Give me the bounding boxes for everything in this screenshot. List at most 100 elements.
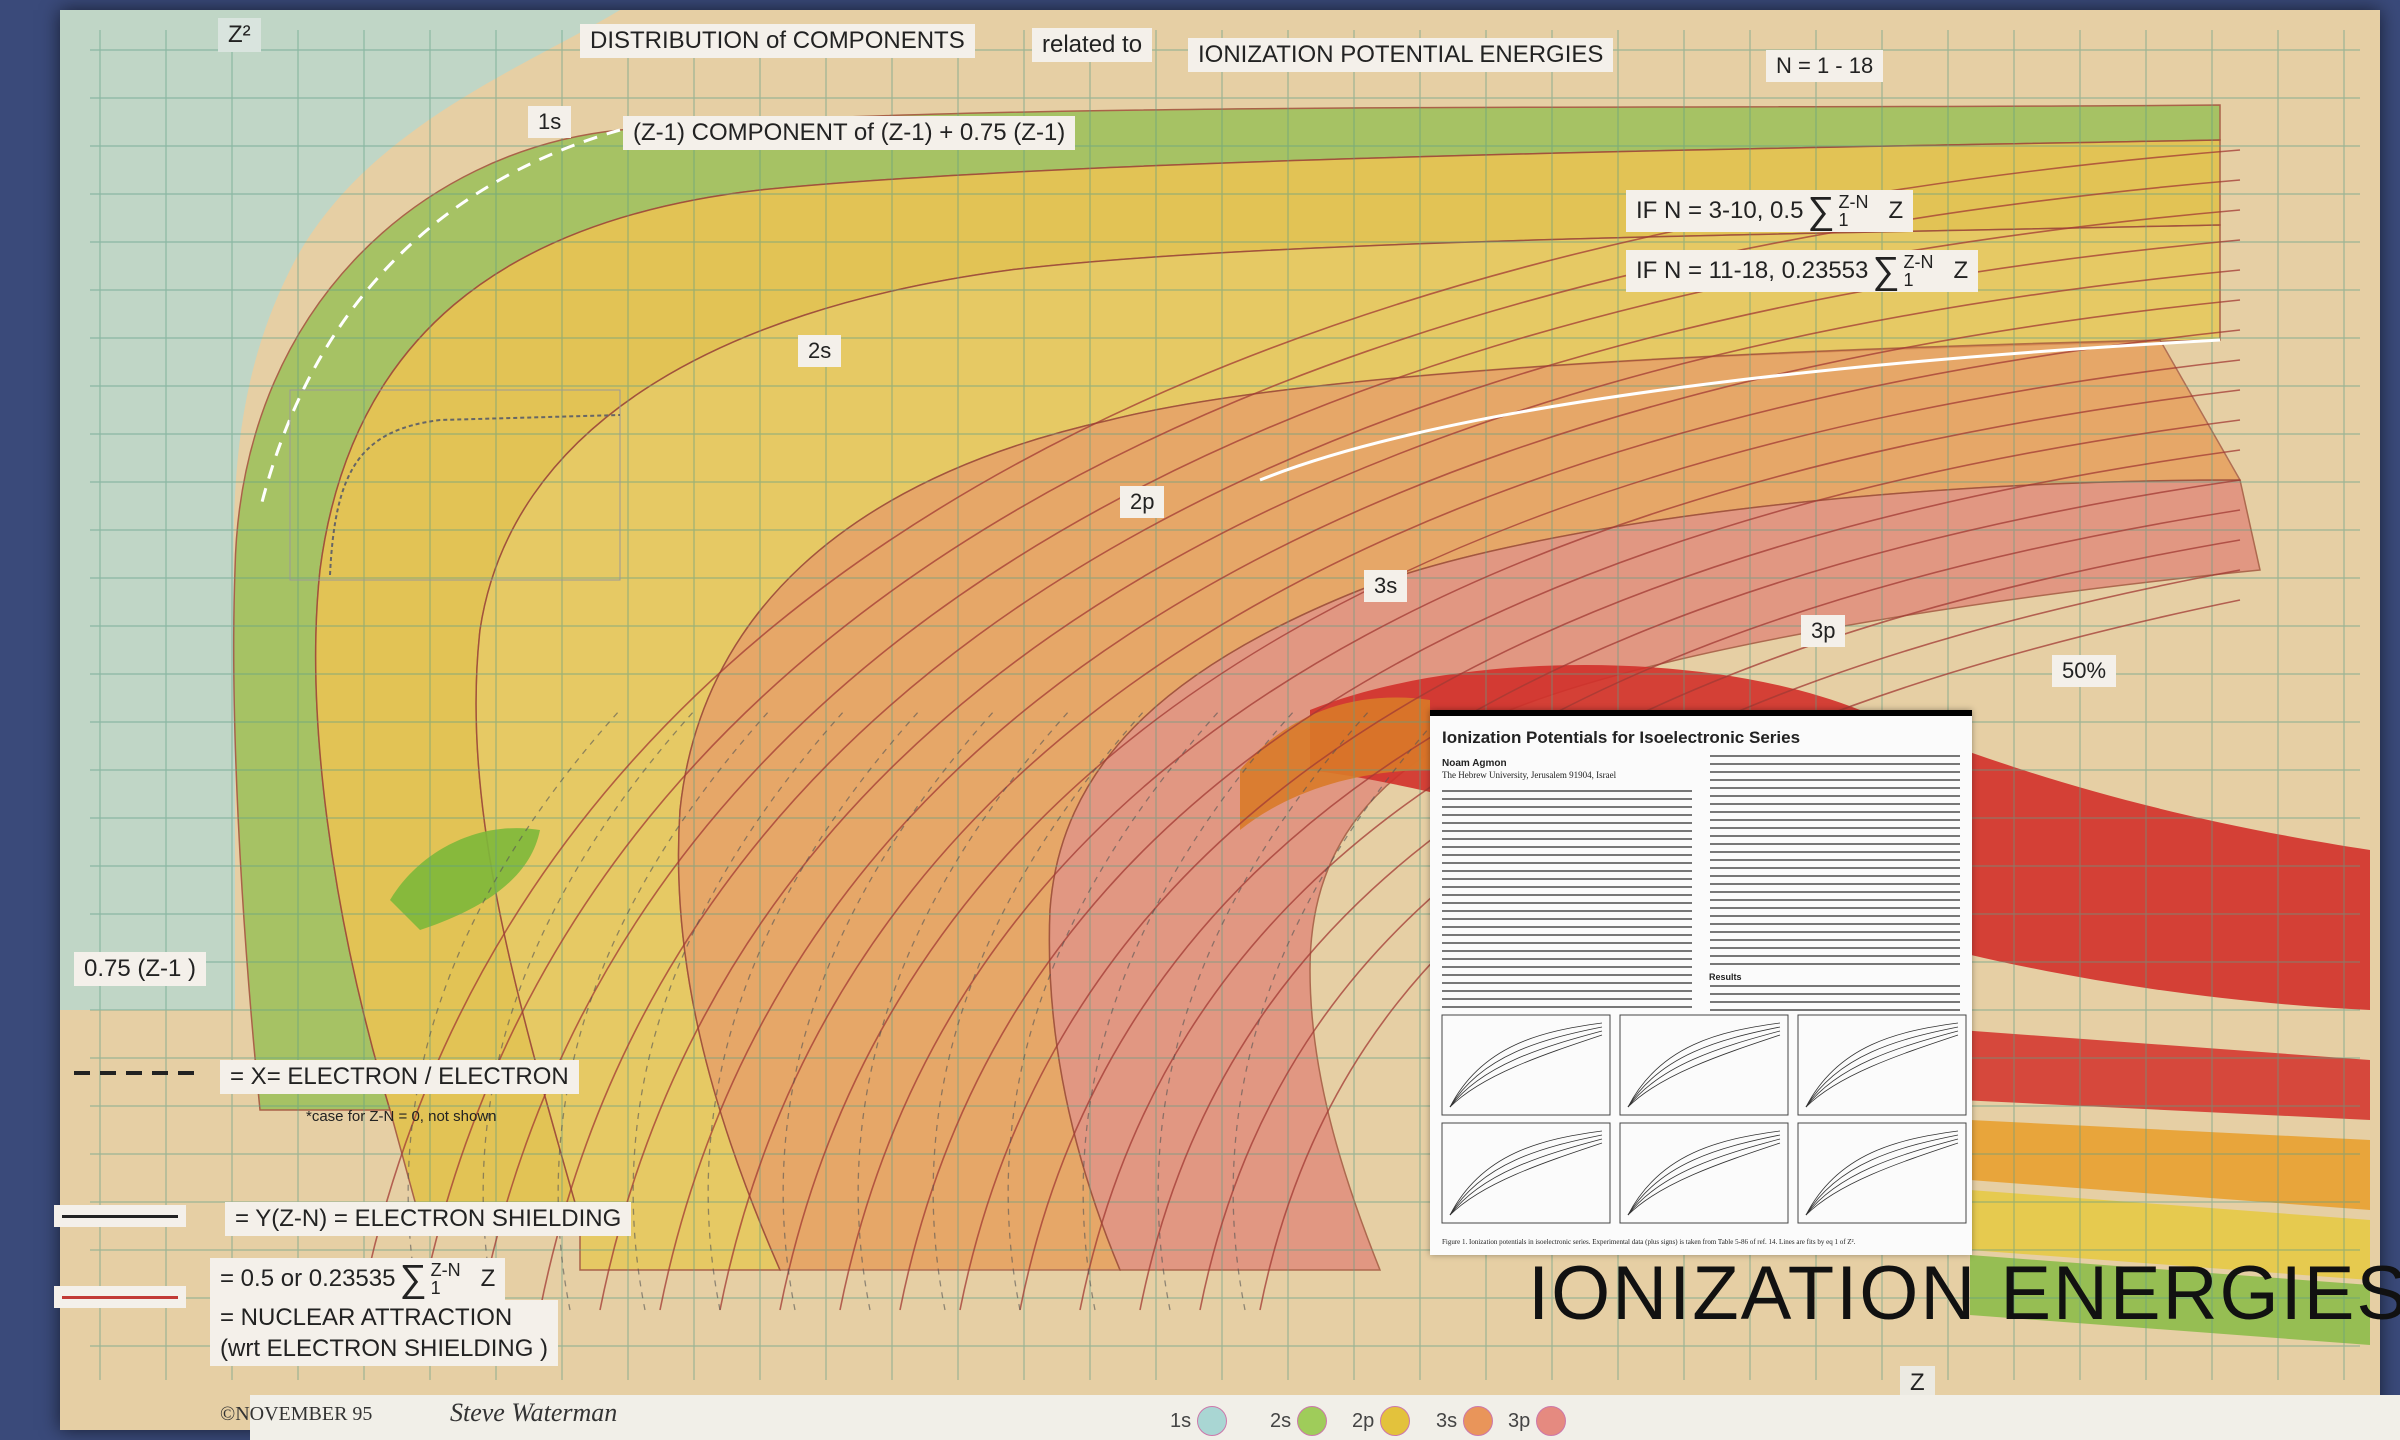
condition-n3-10: IF N = 3-10, 0.5 ∑ Z-N 1 Z (1626, 190, 1914, 232)
paper-text-line (1710, 923, 1960, 925)
ionization-energies-title: IONIZATION ENERGIES (1528, 1251, 2400, 1336)
paper-text-line (1442, 790, 1692, 792)
paper-figure-curve (1449, 1142, 1603, 1216)
paper-text-line (1710, 993, 1960, 995)
paper-text-line (1442, 982, 1692, 984)
paper-text-line (1442, 998, 1692, 1000)
paper-text-line (1442, 862, 1692, 864)
paper-figure-curve (1449, 1026, 1603, 1108)
paper-text-line (1442, 918, 1692, 920)
swatch-2s (1297, 1406, 1328, 1436)
paper-text-line (1442, 854, 1692, 856)
swatch-3s (1463, 1406, 1494, 1436)
paper-text-line (1442, 814, 1692, 816)
paper-text-line (1710, 985, 1960, 987)
label-3p: 3p (1801, 615, 1846, 647)
paper-text-line (1710, 755, 1960, 757)
paper-figure-curve (1627, 1134, 1781, 1216)
legend-red-line-box (54, 1286, 186, 1308)
paper-text-line (1442, 934, 1692, 936)
paper-text-line (1442, 870, 1692, 872)
paper-text-line (1710, 763, 1960, 765)
paper-text-line (1710, 811, 1960, 813)
paper-text-line (1710, 875, 1960, 877)
paper-figure-panel (1441, 1122, 1611, 1224)
paper-text-line (1442, 886, 1692, 888)
paper-text-line (1442, 798, 1692, 800)
paper-text-line (1710, 859, 1960, 861)
paper-text-line (1710, 787, 1960, 789)
paper-text-line (1710, 907, 1960, 909)
paper-text-line (1442, 926, 1692, 928)
paper-figure-curve (1627, 1034, 1781, 1108)
paper-figure-curve (1449, 1034, 1603, 1108)
paper-text-line (1710, 1009, 1960, 1011)
paper-text-line (1442, 990, 1692, 992)
paper-figure-curve (1805, 1134, 1959, 1216)
legend-shield-def: = 0.5 or 0.23535 ∑ Z-N 1 Z (210, 1258, 506, 1300)
paper-text-line (1710, 843, 1960, 845)
swatch-1s (1197, 1406, 1228, 1436)
paper-clipping: Ionization Potentials for Isoelectronic … (1430, 710, 1972, 1255)
paper-text-line (1710, 915, 1960, 917)
summation-icon: ∑ (1807, 190, 1835, 232)
paper-text-line (1442, 942, 1692, 944)
label-3s: 3s (1364, 570, 1408, 602)
paper-text-line (1442, 822, 1692, 824)
copyright: ©NOVEMBER 95 (220, 1403, 373, 1425)
paper-text-line (1710, 835, 1960, 837)
paper-text-line (1710, 779, 1960, 781)
footer-item-1s: 1s (1170, 1406, 1228, 1436)
paper-figure-curve (1805, 1130, 1959, 1216)
paper-figure-curve (1805, 1034, 1959, 1108)
paper-text-line (1710, 955, 1960, 957)
paper-figure-curve (1627, 1142, 1781, 1216)
label-2p: 2p (1120, 486, 1165, 518)
paper-figure-panel (1619, 1122, 1789, 1224)
paper-text-line (1442, 966, 1692, 968)
swatch-2p (1380, 1406, 1411, 1436)
paper-text-line (1710, 939, 1960, 941)
label-1s: 1s (528, 106, 572, 138)
paper-text-line (1710, 931, 1960, 933)
signature: Steve Waterman (450, 1398, 618, 1427)
paper-text-line (1710, 891, 1960, 893)
paper-figure-curve (1449, 1134, 1603, 1216)
legend-nuclear-def: = NUCLEAR ATTRACTION (wrt ELECTRON SHIEL… (210, 1300, 559, 1367)
summation-icon: ∑ (399, 1258, 427, 1300)
paper-figure-curve (1805, 1022, 1959, 1108)
paper-text-line (1710, 803, 1960, 805)
legend-x-def: = X= ELECTRON / ELECTRON (220, 1060, 579, 1094)
paper-text-line (1442, 894, 1692, 896)
title-range: N = 1 - 18 (1766, 50, 1884, 82)
paper-figure-panel (1797, 1014, 1967, 1116)
condition-n11-18: IF N = 11-18, 0.23553 ∑ Z-N 1 Z (1626, 250, 1979, 292)
paper-text-line (1710, 851, 1960, 853)
paper-text-line (1442, 974, 1692, 976)
title-related: related to (1032, 28, 1153, 62)
summation-icon: ∑ (1872, 250, 1900, 292)
swatch-3p (1536, 1406, 1567, 1436)
paper-figure-curve (1627, 1026, 1781, 1108)
title-topic: IONIZATION POTENTIAL ENERGIES (1188, 38, 1614, 72)
paper-figure-curve (1627, 1130, 1781, 1216)
paper-text-line (1442, 806, 1692, 808)
paper-text-columns (1441, 755, 1967, 1224)
legend-dashed-line (74, 1071, 204, 1075)
paper-text-line (1710, 827, 1960, 829)
paper-text-line (1442, 910, 1692, 912)
paper-figure-curve (1805, 1142, 1959, 1216)
paper-text-line (1710, 771, 1960, 773)
footer-item-2p: 2p (1352, 1406, 1411, 1436)
paper-text-line (1442, 958, 1692, 960)
paper-text-line (1442, 902, 1692, 904)
poster-board: DISTRIBUTION of COMPONENTS related to IO… (54, 10, 2400, 1440)
footer-item-3p: 3p (1508, 1406, 1567, 1436)
footer-item-2s: 2s (1270, 1406, 1328, 1436)
legend-y-def: = Y(Z-N) = ELECTRON SHIELDING (225, 1202, 632, 1236)
paper-text-line (1710, 963, 1960, 965)
paper-figure-curve (1627, 1022, 1781, 1108)
paper-figure-curve (1805, 1026, 1959, 1108)
paper-text-line (1710, 867, 1960, 869)
paper-text-line (1442, 950, 1692, 952)
